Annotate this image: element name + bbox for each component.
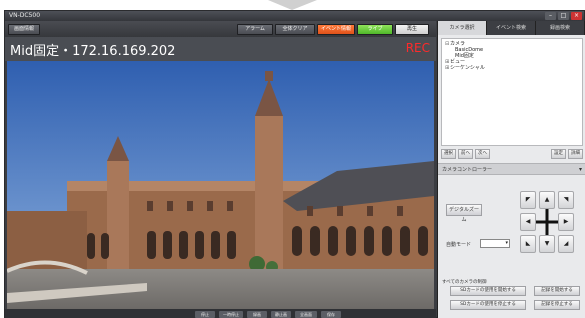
event-info-button[interactable]: イベント情報 xyxy=(317,24,355,35)
maximize-icon[interactable]: □ xyxy=(558,12,569,20)
record-button[interactable]: 録画 xyxy=(247,311,267,318)
auto-mode-select[interactable]: ▾ xyxy=(480,239,510,248)
camera-tree: ⊟カメラ BasicDome Mid固定 ⊞ビュー ⊞シーケンシャル xyxy=(441,38,583,146)
main-toolbar: 画面情報 アラーム 全体クリア イベント情報 ライブ 再生 xyxy=(5,21,436,37)
fullscreen-button[interactable]: 全画面 xyxy=(295,311,317,318)
window-title: VN-DC500 xyxy=(9,12,41,19)
camera-controller-title: カメラコントローラー xyxy=(442,167,493,173)
tree-item-sequential[interactable]: ⊞シーケンシャル xyxy=(445,65,579,71)
start-recording-button[interactable]: 記録を開始する xyxy=(534,286,580,296)
rec-indicator: REC xyxy=(405,41,430,55)
app-window: VN-DC500 – □ × 画面情報 アラーム 全体クリア イベント情報 ライ… xyxy=(4,10,585,318)
tree-button-row: 選択 前へ 次へ 設定 詳細 xyxy=(441,149,583,159)
dropdown-arrow-icon: ▾ xyxy=(505,240,508,246)
live-video-feed[interactable] xyxy=(7,61,434,309)
playback-button[interactable]: 再生 xyxy=(395,24,429,35)
pan-up-right-button[interactable]: ◥ xyxy=(558,191,574,209)
alarm-button[interactable]: アラーム xyxy=(237,24,273,35)
collapse-arrow-icon[interactable]: ▾ xyxy=(579,166,582,173)
title-bar: VN-DC500 – □ × xyxy=(5,11,584,21)
pan-up-left-button[interactable]: ◤ xyxy=(520,191,536,209)
tilt-down-button[interactable]: ▼ xyxy=(539,235,555,253)
pan-left-button[interactable]: ◀ xyxy=(520,213,536,231)
save-button[interactable]: 保存 xyxy=(321,311,341,318)
tab-recording-search[interactable]: 録画検索 xyxy=(536,21,585,35)
stop-recording-button[interactable]: 記録を停止する xyxy=(534,300,580,310)
stop-button[interactable]: 停止 xyxy=(195,311,215,318)
pause-button[interactable]: 一時停止 xyxy=(219,311,243,318)
panel-tabs: カメラ選択 イベント検索 録画検索 xyxy=(438,21,585,35)
snapshot-button[interactable]: 静止画 xyxy=(271,311,291,318)
close-icon[interactable]: × xyxy=(571,12,582,20)
auto-mode-label: 自動モード xyxy=(446,242,472,248)
camera-name-label: Mid固定・172.16.169.202 xyxy=(10,44,176,59)
clear-all-button[interactable]: 全体クリア xyxy=(275,24,315,35)
pan-down-right-button[interactable]: ◢ xyxy=(558,235,574,253)
tab-camera-select[interactable]: カメラ選択 xyxy=(438,21,487,35)
next-button[interactable]: 次へ xyxy=(475,149,490,159)
settings-button[interactable]: 設定 xyxy=(551,149,566,159)
camera-controller-header[interactable]: カメラコントローラー ▾ xyxy=(438,163,585,175)
tilt-up-button[interactable]: ▲ xyxy=(539,191,555,209)
right-panel: カメラ選択 イベント検索 録画検索 ⊟カメラ BasicDome Mid固定 ⊞… xyxy=(437,21,585,318)
playback-control-bar: 停止 一時停止 録画 静止画 全画面 保存 xyxy=(5,309,436,318)
screen-info-button[interactable]: 画面情報 xyxy=(8,24,40,35)
pan-down-left-button[interactable]: ◣ xyxy=(520,235,536,253)
pan-right-button[interactable]: ▶ xyxy=(558,213,574,231)
select-button[interactable]: 選択 xyxy=(441,149,456,159)
live-button[interactable]: ライブ xyxy=(357,24,393,35)
digital-zoom-button[interactable]: デジタルズーム xyxy=(446,204,482,223)
start-sd-card-button[interactable]: SDカードの使用を開始する xyxy=(450,286,526,296)
minimize-icon[interactable]: – xyxy=(545,12,556,20)
ptz-direction-pad: ◤ ▲ ◥ ◀ ▶ ◣ ▼ ◢ xyxy=(520,191,574,253)
all-cameras-control-label: すべてのカメラの制御 xyxy=(442,280,487,285)
plaza-building-image xyxy=(7,61,434,309)
tab-event-search[interactable]: イベント検索 xyxy=(487,21,536,35)
window-controls: – □ × xyxy=(545,12,582,20)
stop-sd-card-button[interactable]: SDカードの使用を停止する xyxy=(450,300,526,310)
camera-view-header: Mid固定・172.16.169.202 REC xyxy=(5,37,436,61)
details-button[interactable]: 詳細 xyxy=(568,149,583,159)
previous-button[interactable]: 前へ xyxy=(458,149,473,159)
